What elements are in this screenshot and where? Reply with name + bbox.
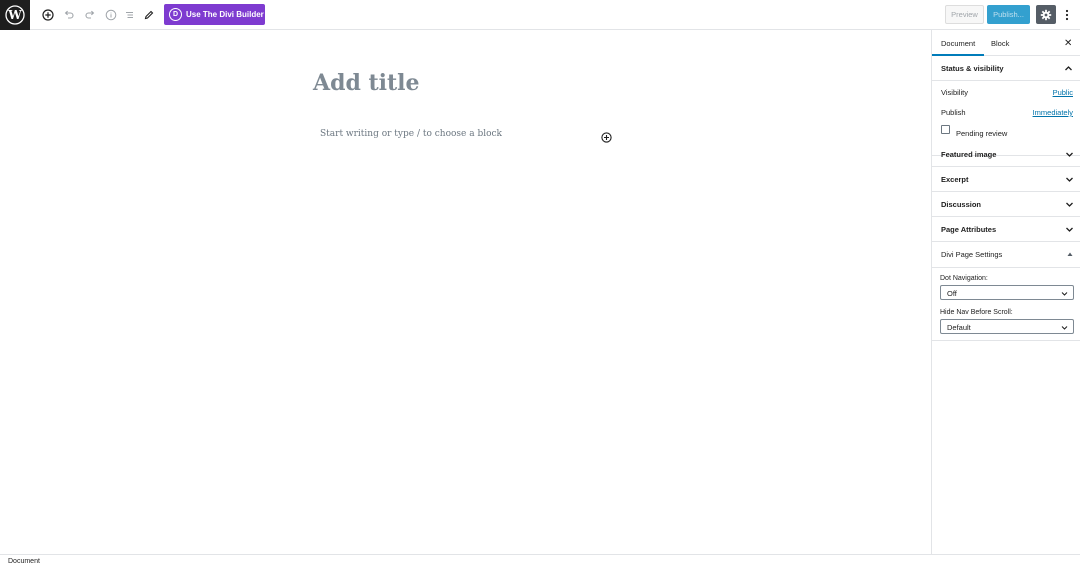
divi-page-settings-panel: Dot Navigation: Off Hide Nav Before Scro… bbox=[932, 268, 1080, 341]
panel-featured-image[interactable]: Featured image bbox=[932, 142, 1080, 167]
editor-footer: Document bbox=[0, 554, 1080, 568]
panel-title: Divi Page Settings bbox=[941, 250, 1003, 259]
panel-discussion[interactable]: Discussion bbox=[932, 192, 1080, 217]
panel-title: Excerpt bbox=[941, 175, 969, 184]
panel-status-visibility-header[interactable]: Status & visibility bbox=[932, 56, 1080, 81]
chevron-down-icon bbox=[1066, 177, 1073, 182]
chevron-down-icon bbox=[1066, 227, 1073, 232]
panel-title: Page Attributes bbox=[941, 225, 997, 234]
gear-icon bbox=[1040, 9, 1052, 20]
chevron-down-icon bbox=[1066, 202, 1073, 207]
hide-nav-select[interactable]: Default bbox=[940, 319, 1074, 334]
post-title-input[interactable]: Add title bbox=[313, 70, 420, 96]
breadcrumb[interactable]: Document bbox=[8, 558, 40, 565]
settings-toggle-button[interactable] bbox=[1036, 5, 1056, 24]
divi-button-label: Use The Divi Builder bbox=[186, 10, 264, 19]
chevron-up-icon bbox=[1065, 66, 1072, 71]
panel-page-attributes[interactable]: Page Attributes bbox=[932, 217, 1080, 242]
info-icon[interactable] bbox=[103, 7, 119, 23]
chevron-down-icon bbox=[1061, 292, 1068, 296]
editor-top-bar: W D Use The Divi Builder Preview Publish… bbox=[0, 0, 1080, 30]
panel-divi-page-settings[interactable]: Divi Page Settings bbox=[932, 242, 1080, 268]
sidebar-tabs: Document Block ✕ bbox=[931, 30, 1080, 56]
preview-button[interactable]: Preview bbox=[945, 5, 984, 24]
block-appender-placeholder[interactable]: Start writing or type / to choose a bloc… bbox=[320, 129, 502, 139]
chevron-down-icon bbox=[1061, 326, 1068, 330]
pending-review-checkbox[interactable] bbox=[941, 125, 950, 134]
undo-icon[interactable] bbox=[61, 7, 77, 23]
collapse-arrow-icon bbox=[1067, 252, 1073, 256]
divi-logo-icon: D bbox=[169, 8, 182, 21]
visibility-label: Visibility bbox=[941, 88, 968, 97]
use-divi-builder-button[interactable]: D Use The Divi Builder bbox=[164, 4, 265, 25]
add-block-inline-icon[interactable] bbox=[601, 130, 612, 143]
tab-block[interactable]: Block bbox=[991, 39, 1009, 48]
dot-navigation-value: Off bbox=[947, 289, 957, 298]
settings-sidebar: Document Block ✕ Status & visibility Vis… bbox=[931, 30, 1080, 554]
publish-button[interactable]: Publish... bbox=[987, 5, 1030, 24]
pending-review-label: Pending review bbox=[956, 129, 1008, 138]
publish-label: Publish bbox=[941, 108, 966, 117]
hide-nav-value: Default bbox=[947, 323, 971, 332]
close-icon[interactable]: ✕ bbox=[1064, 38, 1072, 49]
hide-nav-label: Hide Nav Before Scroll: bbox=[940, 309, 1013, 316]
visibility-link[interactable]: Public bbox=[1053, 88, 1073, 97]
panel-title: Status & visibility bbox=[941, 64, 1004, 73]
edit-tools-icon[interactable] bbox=[141, 7, 157, 23]
dot-navigation-label: Dot Navigation: bbox=[940, 275, 988, 282]
list-view-icon[interactable] bbox=[121, 7, 137, 23]
wordpress-logo-icon[interactable]: W bbox=[0, 0, 30, 30]
svg-text:W: W bbox=[7, 8, 22, 22]
panel-title: Discussion bbox=[941, 200, 982, 209]
panel-excerpt[interactable]: Excerpt bbox=[932, 167, 1080, 192]
add-block-icon[interactable] bbox=[40, 7, 56, 23]
dot-navigation-select[interactable]: Off bbox=[940, 285, 1074, 300]
more-options-icon[interactable] bbox=[1062, 6, 1072, 24]
chevron-down-icon bbox=[1066, 152, 1073, 157]
tab-document[interactable]: Document bbox=[931, 39, 985, 56]
panel-title: Featured image bbox=[941, 150, 997, 159]
redo-icon[interactable] bbox=[82, 7, 98, 23]
publish-date-link[interactable]: Immediately bbox=[1033, 108, 1073, 117]
